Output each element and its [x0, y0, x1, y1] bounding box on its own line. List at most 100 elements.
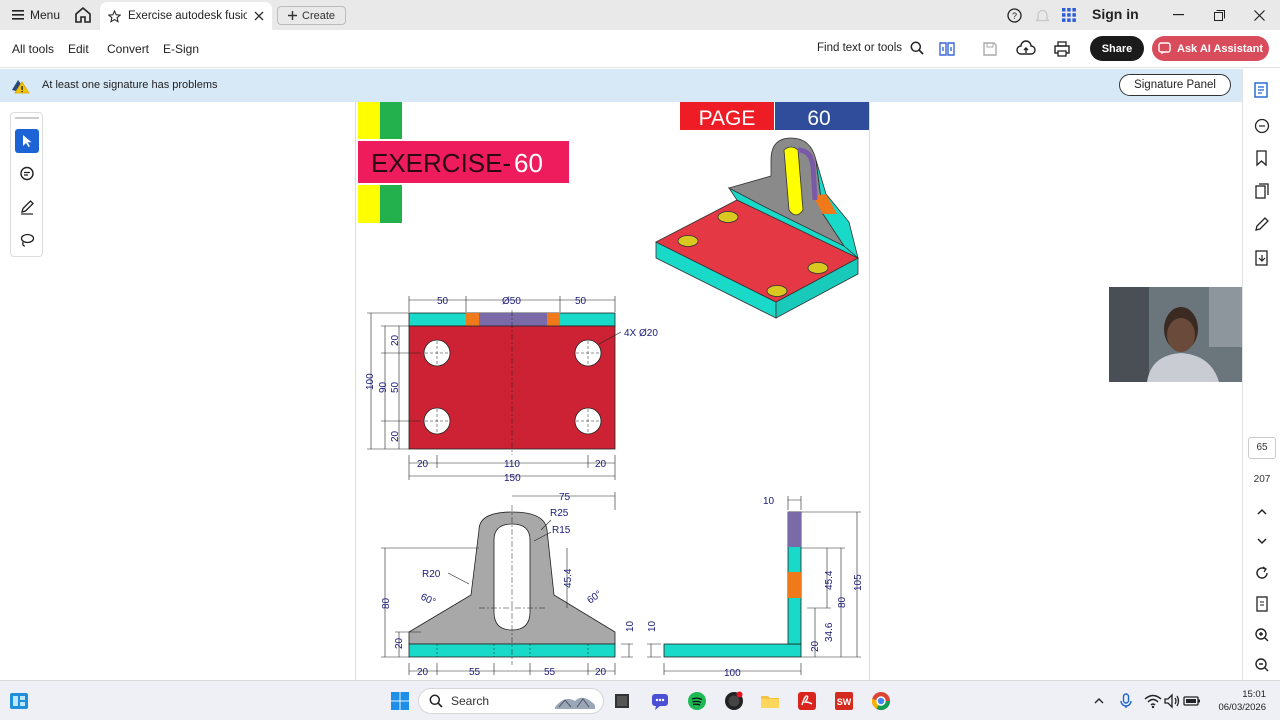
rotate-icon[interactable]: [1253, 564, 1271, 582]
right-rail: 65 207: [1242, 69, 1280, 680]
file-explorer-icon[interactable]: [760, 691, 780, 711]
microphone-icon[interactable]: [1116, 691, 1136, 711]
create-button[interactable]: Create: [277, 6, 347, 25]
all-tools-menu[interactable]: All tools: [12, 42, 54, 56]
dim-75: 75: [559, 492, 571, 503]
volume-icon[interactable]: [1162, 691, 1182, 711]
select-tool-button[interactable]: [15, 129, 39, 153]
svg-text:SW: SW: [837, 697, 852, 707]
chat-app-icon[interactable]: [650, 691, 670, 711]
search-highlight-image: [555, 697, 595, 709]
dim-angle-60-right: 60°: [585, 589, 604, 607]
front-view: 75 R25 R15 R20 45.4 80 60° 60° 20 10 20 …: [381, 492, 636, 678]
share-button[interactable]: Share: [1090, 36, 1144, 61]
dim-110: 110: [504, 459, 520, 470]
lasso-tool-button[interactable]: [15, 228, 39, 252]
convert-menu[interactable]: Convert: [107, 42, 149, 56]
page-fit-icon[interactable]: [1253, 595, 1271, 613]
dim-20-front-left: 20: [417, 667, 429, 678]
home-icon[interactable]: [72, 5, 94, 25]
exercise-number: 60: [514, 148, 543, 178]
chrome-icon[interactable]: [871, 691, 891, 711]
battery-icon[interactable]: [1182, 691, 1202, 711]
pages-icon[interactable]: [1253, 182, 1271, 200]
ask-ai-label: Ask AI Assistant: [1177, 42, 1263, 55]
taskbar-search[interactable]: Search: [418, 688, 604, 714]
windows-taskbar: Search SW 15:01 06/03/2026: [0, 680, 1280, 720]
print-icon[interactable]: [1052, 39, 1072, 59]
comments-icon[interactable]: [1253, 117, 1271, 135]
apps-grid-icon[interactable]: [1059, 0, 1079, 30]
document-tab[interactable]: Exercise autodesk fusion...: [100, 2, 272, 30]
minimize-icon[interactable]: [1168, 0, 1188, 30]
yellow-block-top: [358, 102, 380, 139]
menu-button[interactable]: Menu: [6, 4, 66, 26]
zoom-in-icon[interactable]: [1253, 626, 1271, 644]
solidworks-icon[interactable]: SW: [834, 691, 854, 711]
webcam-person-image: [1109, 287, 1243, 382]
total-pages: 207: [1253, 474, 1271, 485]
fill-sign-icon[interactable]: [1253, 216, 1271, 234]
yellow-block-bottom: [358, 185, 380, 223]
bookmarks-icon[interactable]: [1253, 149, 1271, 167]
windows-start-icon[interactable]: [390, 691, 410, 711]
search-icon: [910, 41, 924, 55]
help-icon[interactable]: ?: [1004, 0, 1024, 30]
esign-menu[interactable]: E-Sign: [163, 42, 199, 56]
current-page-field[interactable]: 65: [1248, 437, 1276, 459]
show-hidden-icons-chevron[interactable]: [1089, 691, 1109, 711]
create-label: Create: [302, 9, 336, 22]
engineering-drawing: EXERCISE- 60 PAGE 60 50 Ø50 50 4X Ø20 10…: [358, 102, 869, 679]
side-dim-105: 105: [853, 574, 864, 591]
widgets-icon[interactable]: [9, 691, 29, 711]
obs-icon[interactable]: [724, 691, 744, 711]
find-tools-button[interactable]: Find text or tools: [817, 41, 924, 55]
edit-menu[interactable]: Edit: [68, 42, 89, 56]
menu-label: Menu: [30, 8, 61, 22]
dim-55-right: 55: [544, 667, 556, 678]
ask-ai-button[interactable]: Ask AI Assistant: [1152, 36, 1269, 61]
dim-50-vert: 50: [390, 381, 401, 393]
green-block-bottom: [380, 185, 402, 223]
ai-compare-icon[interactable]: [937, 39, 957, 59]
dim-20-right: 20: [595, 459, 607, 470]
dim-r25: R25: [550, 508, 569, 519]
side-dim-100: 100: [724, 668, 741, 679]
comment-tool-button[interactable]: [15, 162, 39, 186]
task-view-icon[interactable]: [612, 691, 632, 711]
signature-warning-icon: [12, 80, 30, 94]
page-down-icon[interactable]: [1253, 532, 1271, 550]
bell-icon[interactable]: [1032, 0, 1052, 30]
restore-icon[interactable]: [1209, 0, 1229, 30]
signature-warning-bar: At least one signature has problems Sign…: [0, 69, 1242, 102]
taskbar-search-label: Search: [451, 694, 490, 708]
page-up-icon[interactable]: [1253, 503, 1271, 521]
plus-icon: [288, 11, 297, 20]
sign-in-link[interactable]: Sign in: [1092, 6, 1139, 22]
export-icon[interactable]: [1253, 249, 1271, 267]
acrobat-icon[interactable]: [797, 691, 817, 711]
hamburger-icon: [12, 10, 24, 20]
ai-summary-icon[interactable]: [1253, 81, 1271, 99]
close-window-icon[interactable]: [1249, 0, 1269, 30]
signature-panel-button[interactable]: Signature Panel: [1119, 74, 1231, 96]
side-dim-80: 80: [837, 596, 848, 608]
dim-45-4: 45.4: [563, 568, 574, 588]
close-tab-icon[interactable]: [254, 11, 264, 21]
system-clock[interactable]: 15:01 06/03/2026: [1206, 688, 1266, 714]
dim-holes: 4X Ø20: [624, 328, 658, 339]
save-icon[interactable]: [980, 39, 1000, 59]
clock-time: 15:01: [1242, 689, 1266, 700]
upload-cloud-icon[interactable]: [1016, 39, 1036, 59]
star-icon[interactable]: [108, 9, 121, 23]
spotify-icon[interactable]: [687, 691, 707, 711]
tab-title: Exercise autodesk fusion...: [128, 10, 247, 22]
wifi-icon[interactable]: [1143, 691, 1163, 711]
dim-100: 100: [365, 373, 376, 390]
page-number: 60: [807, 107, 830, 130]
zoom-out-icon[interactable]: [1253, 656, 1271, 674]
draw-tool-button[interactable]: [15, 195, 39, 219]
dim-20-top: 20: [390, 334, 401, 346]
dim-80: 80: [381, 597, 392, 609]
side-dim-45-4: 45.4: [824, 570, 835, 590]
